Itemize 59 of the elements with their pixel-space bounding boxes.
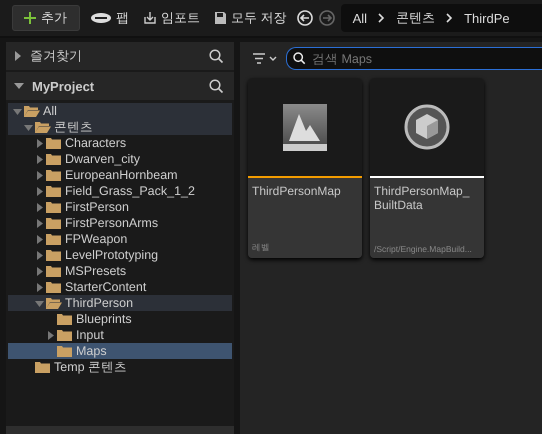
folder-icon — [45, 152, 63, 166]
folder-tree-item[interactable]: Temp 콘텐츠 — [8, 359, 232, 375]
add-button[interactable]: 추가 — [12, 5, 80, 31]
folder-tree-item[interactable]: StarterContent — [8, 279, 232, 295]
breadcrumb-item[interactable]: ThirdPe — [464, 10, 510, 26]
asset-type: 레벨 — [252, 242, 271, 254]
folder-tree-item[interactable]: EuropeanHornbeam — [8, 167, 232, 183]
folder-tree-item[interactable]: 콘텐츠 — [8, 119, 232, 135]
folder-tree-item[interactable]: MSPresets — [8, 263, 232, 279]
search-icon[interactable] — [209, 78, 224, 94]
project-title: MyProject — [32, 78, 96, 94]
project-header[interactable]: MyProject — [6, 72, 234, 100]
asset-type: /Script/Engine.MapBuild... — [374, 244, 473, 254]
folder-icon — [45, 168, 63, 182]
folder-tree-item[interactable]: FPWeapon — [8, 231, 232, 247]
import-button[interactable]: 임포트 — [137, 5, 206, 31]
folder-tree-item[interactable]: Field_Grass_Pack_1_2 — [8, 183, 232, 199]
asset-name: ThirdPersonMap_ BuiltData — [374, 184, 470, 212]
plus-icon — [23, 11, 37, 25]
filter-icon[interactable] — [252, 52, 278, 64]
save-all-button[interactable]: 모두 저장 — [208, 5, 293, 31]
search-field[interactable]: 검색 Maps — [286, 47, 542, 70]
folder-icon — [45, 200, 63, 214]
folder-icon — [56, 344, 74, 358]
forward-icon[interactable] — [318, 10, 335, 26]
folder-tree-item[interactable]: Blueprints — [8, 311, 232, 327]
folder-tree-item[interactable]: LevelPrototyping — [8, 247, 232, 263]
fab-button[interactable]: 팹 — [84, 5, 135, 31]
save-icon — [214, 11, 227, 25]
search-icon[interactable] — [209, 48, 224, 64]
fab-logo-icon — [90, 12, 112, 24]
folder-icon — [45, 296, 63, 310]
folder-tree-item[interactable]: Input — [8, 327, 232, 343]
folder-icon — [45, 264, 63, 278]
folder-icon — [45, 184, 63, 198]
chevron-right-icon — [446, 13, 454, 23]
folder-tree-item[interactable]: FirstPerson — [8, 199, 232, 215]
back-icon[interactable] — [296, 10, 313, 26]
cube-icon — [404, 104, 450, 150]
favorites-header[interactable]: 즐겨찾기 — [6, 42, 234, 70]
asset-name: ThirdPersonMap — [252, 184, 342, 198]
folder-tree-item[interactable]: FirstPersonArms — [8, 215, 232, 231]
folder-tree-item[interactable]: Maps — [8, 343, 232, 359]
import-icon — [143, 11, 157, 25]
folder-icon — [45, 248, 63, 262]
folder-icon — [23, 104, 41, 118]
folder-icon — [45, 216, 63, 230]
breadcrumb-item[interactable]: 콘텐츠 — [396, 9, 436, 27]
folder-tree-item[interactable]: Dwarven_city — [8, 151, 232, 167]
search-icon — [293, 52, 306, 65]
breadcrumb-item[interactable]: All — [352, 10, 368, 26]
chevron-right-icon — [378, 13, 386, 23]
folder-icon — [34, 120, 52, 134]
folder-icon — [45, 232, 63, 246]
folder-tree-item[interactable]: ThirdPerson — [8, 295, 232, 311]
mountain-icon — [283, 104, 327, 150]
favorites-title: 즐겨찾기 — [30, 47, 83, 65]
folder-tree-item[interactable]: All — [8, 103, 232, 119]
folder-tree-item[interactable]: Characters — [8, 135, 232, 151]
